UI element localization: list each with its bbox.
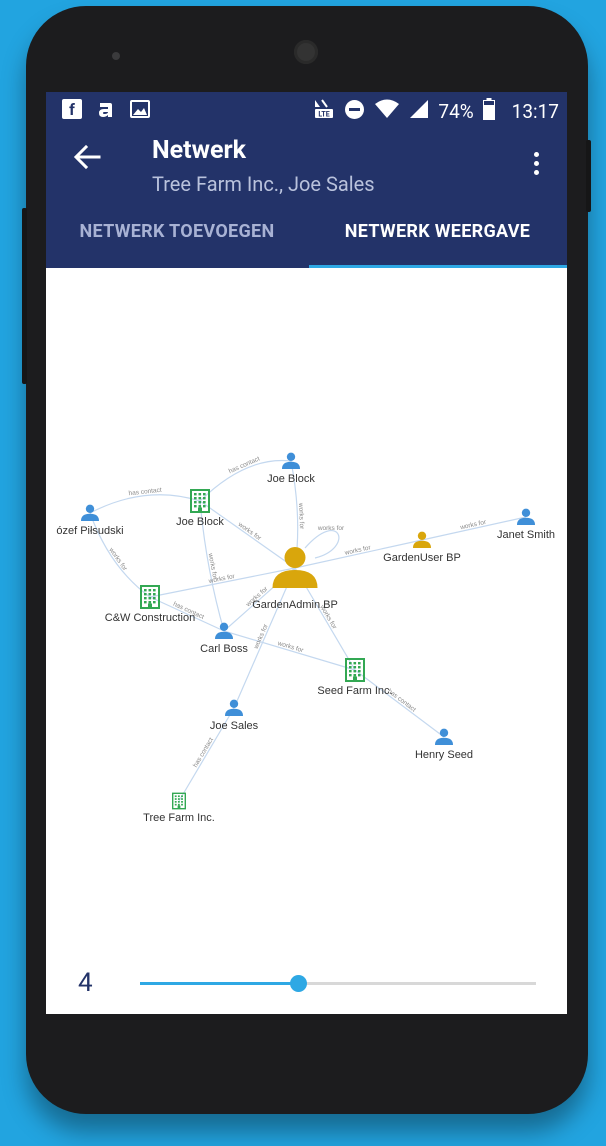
sensor-dot	[112, 52, 120, 60]
graph-node[interactable]: Joe Block	[176, 489, 224, 528]
page-subtitle: Tree Farm Inc., Joe Sales	[152, 172, 375, 196]
app-bar: Netwerk Tree Farm Inc., Joe Sales	[46, 128, 567, 196]
graph-edge-label: has contact	[228, 455, 261, 475]
graph-edge-label: works for	[297, 502, 305, 530]
graph-node[interactable]: Joe Block	[267, 452, 315, 485]
graph-node-label: Joe Block	[176, 516, 224, 528]
graph-node-label: Carl Boss	[200, 643, 248, 655]
volume-button	[22, 208, 27, 384]
tab-add-network[interactable]: NETWERK TOEVOEGEN	[46, 194, 308, 268]
screen: f LTE 74% 13:17 Netwerk Tree Farm Inc., …	[46, 92, 567, 1014]
graph-node[interactable]: Janet Smith	[497, 508, 555, 541]
tab-bar: NETWERK TOEVOEGEN NETWERK WEERGAVE	[46, 194, 567, 268]
graph-edge-label: works for	[459, 519, 488, 532]
slider-track-fill	[140, 982, 299, 985]
graph-edge	[304, 529, 340, 559]
status-bar: f LTE 74% 13:17	[46, 92, 567, 128]
graph-edge-label: works for	[236, 521, 263, 543]
graph-node-label: Tree Farm Inc.	[143, 812, 215, 824]
depth-value: 4	[78, 968, 93, 998]
more-options-icon[interactable]	[530, 152, 542, 180]
svg-text:LTE: LTE	[319, 111, 330, 119]
graph-node[interactable]: Carl Boss	[200, 622, 248, 655]
graph-node-label: GardenUser BP	[383, 552, 461, 564]
graph-node[interactable]: GardenUser BP	[383, 531, 461, 564]
network-graph[interactable]: has contact has contact works for works for…	[46, 268, 567, 938]
clock: 13:17	[511, 99, 559, 123]
graph-node-label: Joe Block	[267, 473, 315, 485]
graph-edge-label: works for	[317, 525, 345, 532]
graph-node-label: Janet Smith	[497, 529, 555, 541]
facebook-icon: f	[62, 99, 82, 119]
graph-node-label: GardenAdmin BP	[252, 599, 338, 611]
graph-node[interactable]: Henry Seed	[415, 728, 473, 761]
power-button	[586, 140, 591, 212]
graph-edge	[89, 494, 201, 514]
graph-node[interactable]: Joe Sales	[210, 699, 259, 732]
graph-node-label: C&W Construction	[105, 612, 195, 624]
battery-icon	[482, 98, 495, 124]
depth-slider-row: 4	[46, 952, 567, 1012]
app-icon	[96, 99, 116, 119]
front-camera	[294, 40, 318, 64]
battery-percent: 74%	[438, 99, 474, 123]
graph-node[interactable]: Tree Farm Inc.	[143, 792, 215, 824]
image-icon	[130, 99, 150, 119]
slider-thumb[interactable]	[290, 975, 308, 992]
graph-node-label: Seed Farm Inc.	[317, 685, 392, 697]
network-graph-canvas[interactable]: has contact has contact works for works for…	[46, 268, 567, 938]
graph-edge	[354, 669, 445, 738]
signal-icon	[409, 99, 429, 123]
wifi-icon	[374, 99, 400, 123]
graph-edge-label: works for	[343, 544, 372, 557]
dnd-icon	[344, 99, 365, 124]
graph-node-label: ózef Piłsudski	[56, 525, 123, 537]
graph-node-label: Henry Seed	[415, 749, 473, 761]
graph-edge-label: works for	[107, 546, 129, 573]
volte-icon: LTE	[313, 98, 335, 124]
graph-node[interactable]: Seed Farm Inc.	[317, 658, 393, 697]
tab-network-view[interactable]: NETWERK WEERGAVE	[308, 194, 567, 268]
back-arrow-icon[interactable]	[72, 142, 102, 172]
page-title: Netwerk	[152, 136, 246, 165]
graph-node[interactable]: GardenAdmin BP	[252, 547, 338, 611]
graph-node[interactable]: ózef Piłsudski	[56, 504, 124, 537]
graph-edge-label: works for	[276, 640, 305, 655]
graph-node-label: Joe Sales	[210, 720, 259, 732]
graph-edge-label: has contact	[192, 736, 215, 768]
